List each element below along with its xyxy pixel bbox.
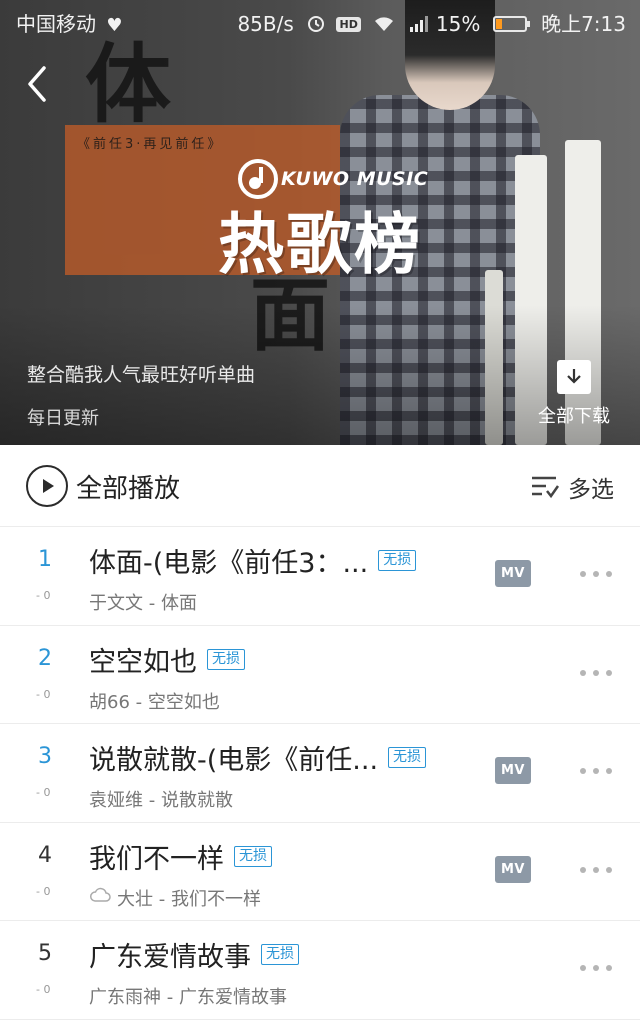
status-bar: 中国移动 ♥ 85B/s HD 15% 晚上7:13 (0, 0, 640, 44)
song-rank: 1 (38, 547, 52, 572)
song-title: 我们不一样 (89, 843, 224, 875)
carrier-label: 中国移动 (16, 12, 96, 36)
download-all-label: 全部下载 (538, 406, 610, 427)
poster-decoration: 体 (85, 34, 171, 135)
heart-monitor-icon: ♥ (106, 15, 123, 36)
song-rank: 3 (38, 744, 52, 769)
download-icon (557, 360, 591, 394)
play-all-button[interactable]: 全部播放 (26, 465, 180, 507)
song-artist-album: 大壮 - 我们不一样 (117, 888, 261, 910)
wifi-icon (373, 14, 395, 38)
brand-name: KUWO MUSIC (281, 168, 429, 190)
poster-caption: 《前任3·再见前任》 (77, 137, 224, 152)
song-title: 广东爱情故事 (89, 942, 251, 973)
multi-select-button[interactable]: 多选 (530, 470, 614, 504)
chart-title: 热歌榜 (218, 206, 422, 283)
song-title: 说散就散-(电影《前任... (89, 745, 379, 776)
song-artist-album: 袁娅维 - 说散就散 (89, 790, 233, 811)
rank-trend: - 0 (36, 687, 51, 701)
update-frequency: 每日更新 (27, 408, 99, 429)
song-rank: 5 (38, 941, 52, 966)
lossless-badge: 无损 (388, 747, 427, 768)
battery-icon (492, 16, 530, 32)
hd-badge: HD (336, 17, 361, 32)
more-options-icon[interactable] (580, 961, 612, 975)
more-options-icon[interactable] (580, 567, 612, 581)
lossless-badge: 无损 (234, 845, 272, 867)
rank-trend: - 0 (36, 786, 51, 799)
multi-select-icon (532, 476, 560, 499)
song-row[interactable]: 5 - 0 广东爱情故事 无损 广东雨神 - 广东爱情故事 (0, 921, 640, 1020)
song-title: 体面-(电影《前任3：... (89, 548, 369, 579)
more-options-icon[interactable] (580, 863, 612, 877)
play-all-label: 全部播放 (76, 473, 181, 504)
song-row[interactable]: 1 - 0 体面-(电影《前任3：... 无损 于文文 - 体面 MV (0, 527, 640, 626)
rank-trend: - 0 (36, 983, 51, 996)
song-row[interactable]: 3 - 0 说散就散-(电影《前任... 无损 袁娅维 - 说散就散 MV (0, 724, 640, 823)
song-artist-album: 于文文 - 体面 (89, 593, 197, 614)
alarm-icon (306, 13, 326, 38)
chart-header-banner: 体 《前任3·再见前任》 面 中国移动 ♥ 85B/s HD 15% (0, 0, 640, 445)
more-options-icon[interactable] (580, 666, 612, 680)
list-action-bar: 全部播放 多选 (0, 445, 640, 527)
more-options-icon[interactable] (580, 764, 612, 778)
signal-icon (408, 14, 430, 38)
clock: 晚上7:13 (541, 12, 626, 36)
lossless-badge: 无损 (261, 944, 299, 965)
song-rank: 4 (38, 842, 52, 868)
kuwo-note-icon (238, 159, 278, 199)
song-artist-album: 胡66 - 空空如也 (89, 691, 220, 713)
song-row[interactable]: 2 - 0 空空如也 无损 胡66 - 空空如也 (0, 626, 640, 724)
play-icon (26, 465, 68, 507)
song-rank: 2 (38, 645, 52, 671)
back-button[interactable] (22, 64, 54, 104)
network-speed: 85B/s (237, 12, 294, 36)
chart-description: 整合酷我人气最旺好听单曲 (27, 364, 256, 386)
mv-button[interactable]: MV (495, 560, 531, 587)
rank-trend: - 0 (36, 589, 51, 602)
battery-percent: 15% (435, 12, 481, 36)
lossless-badge: 无损 (378, 550, 417, 571)
song-list: 1 - 0 体面-(电影《前任3：... 无损 于文文 - 体面 MV 2 - … (0, 527, 640, 1020)
song-row[interactable]: 4 - 0 我们不一样 无损 大壮 - 我们不一样 MV (0, 823, 640, 921)
rank-trend: - 0 (36, 884, 51, 898)
mv-button[interactable]: MV (495, 757, 531, 784)
multi-select-label: 多选 (568, 477, 614, 503)
mv-button[interactable]: MV (495, 855, 531, 883)
back-arrow-icon (28, 66, 46, 102)
cloud-icon (89, 887, 111, 908)
song-artist-album: 广东雨神 - 广东爱情故事 (89, 987, 287, 1008)
kuwo-logo: KUWO MUSIC (237, 158, 428, 200)
song-title: 空空如也 (89, 646, 197, 678)
lossless-badge: 无损 (207, 648, 245, 670)
download-all-button[interactable]: 全部下载 (532, 360, 616, 428)
